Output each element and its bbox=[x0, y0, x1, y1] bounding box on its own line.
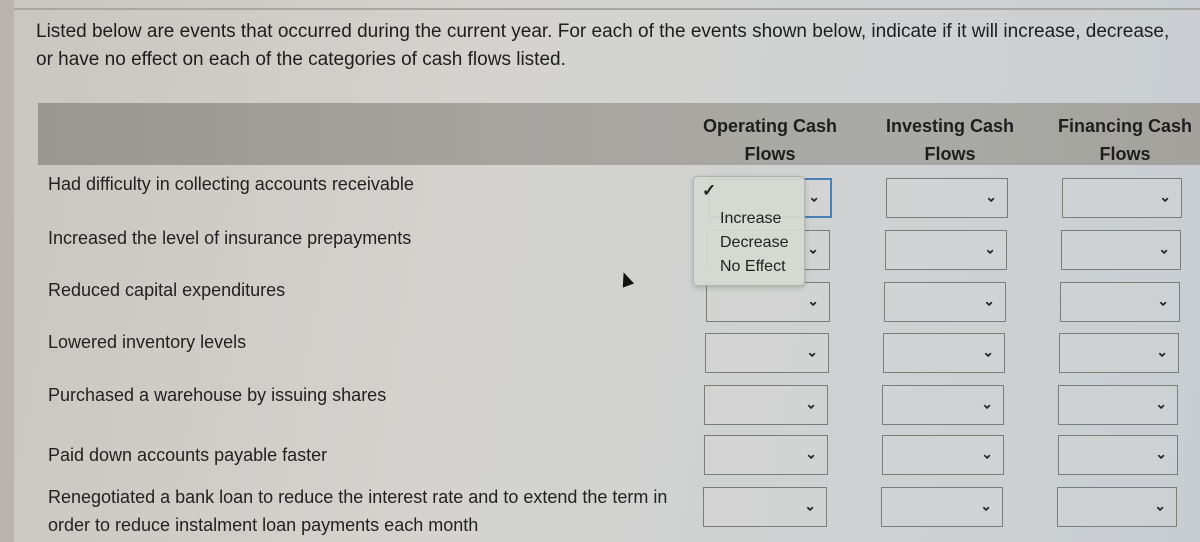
column-header-operating: Operating Cash Flows bbox=[702, 116, 838, 164]
chevron-down-icon[interactable]: ⌄ bbox=[807, 241, 819, 258]
investing-select[interactable]: ⌄ bbox=[886, 178, 1008, 218]
chevron-down-icon[interactable]: ⌄ bbox=[1156, 344, 1168, 361]
operating-select[interactable]: ⌄ bbox=[704, 435, 828, 475]
column-header-investing: Investing Cash Flows bbox=[885, 116, 1015, 164]
chevron-down-icon[interactable]: ⌄ bbox=[1155, 396, 1167, 413]
investing-select[interactable]: ⌄ bbox=[883, 333, 1005, 373]
investing-select[interactable]: ⌄ bbox=[882, 435, 1004, 475]
chevron-down-icon[interactable]: ⌄ bbox=[1158, 241, 1170, 258]
operating-select[interactable]: ⌄ bbox=[705, 333, 829, 373]
chevron-down-icon[interactable]: ⌄ bbox=[984, 241, 996, 258]
investing-select[interactable]: ⌄ bbox=[885, 230, 1007, 270]
dropdown-menu[interactable]: ✓ Increase Decrease No Effect bbox=[693, 176, 805, 286]
financing-select[interactable]: ⌄ bbox=[1060, 282, 1180, 322]
option-decrease[interactable]: Decrease bbox=[720, 231, 788, 255]
chevron-down-icon[interactable]: ⌄ bbox=[985, 189, 997, 206]
screen-edge bbox=[0, 0, 14, 542]
event-label: Had difficulty in collecting accounts re… bbox=[48, 174, 414, 194]
event-label: Reduced capital expenditures bbox=[48, 280, 286, 300]
event-label: Paid down accounts payable faster bbox=[48, 445, 328, 465]
chevron-down-icon[interactable]: ⌄ bbox=[806, 344, 818, 361]
event-label: Lowered inventory levels bbox=[48, 332, 247, 352]
investing-select[interactable]: ⌄ bbox=[882, 385, 1004, 425]
investing-select[interactable]: ⌄ bbox=[881, 487, 1003, 527]
chevron-down-icon[interactable]: ⌄ bbox=[981, 396, 993, 413]
chevron-down-icon[interactable]: ⌄ bbox=[983, 293, 995, 310]
chevron-down-icon[interactable]: ⌄ bbox=[805, 396, 817, 413]
event-label: Purchased a warehouse by issuing shares bbox=[48, 385, 387, 405]
financing-select[interactable]: ⌄ bbox=[1061, 230, 1181, 270]
divider bbox=[14, 8, 1200, 10]
financing-select[interactable]: ⌄ bbox=[1059, 333, 1179, 373]
chevron-down-icon[interactable]: ⌄ bbox=[1159, 189, 1171, 206]
chevron-down-icon[interactable]: ⌄ bbox=[808, 189, 820, 206]
operating-select[interactable]: ⌄ bbox=[706, 282, 830, 322]
option-no-effect[interactable]: No Effect bbox=[720, 255, 786, 279]
event-label: Increased the level of insurance prepaym… bbox=[48, 228, 412, 248]
financing-select[interactable]: ⌄ bbox=[1058, 435, 1178, 475]
operating-select[interactable]: ⌄ bbox=[703, 487, 827, 527]
chevron-down-icon[interactable]: ⌄ bbox=[805, 446, 817, 463]
chevron-down-icon[interactable]: ⌄ bbox=[807, 293, 819, 310]
chevron-down-icon[interactable]: ⌄ bbox=[1157, 293, 1169, 310]
financing-select[interactable]: ⌄ bbox=[1058, 385, 1178, 425]
financing-select[interactable]: ⌄ bbox=[1057, 487, 1177, 527]
investing-select[interactable]: ⌄ bbox=[884, 282, 1006, 322]
check-icon: ✓ bbox=[702, 181, 717, 200]
chevron-down-icon[interactable]: ⌄ bbox=[980, 498, 992, 515]
operating-select[interactable]: ⌄ bbox=[704, 385, 828, 425]
chevron-down-icon[interactable]: ⌄ bbox=[1154, 498, 1166, 515]
instructions-text: Listed below are events that occurred du… bbox=[36, 21, 1170, 70]
financing-select[interactable]: ⌄ bbox=[1062, 178, 1182, 218]
column-header-financing: Financing Cash Flows bbox=[1057, 116, 1192, 164]
chevron-down-icon[interactable]: ⌄ bbox=[804, 498, 816, 515]
option-increase[interactable]: Increase bbox=[720, 207, 781, 231]
chevron-down-icon[interactable]: ⌄ bbox=[1155, 446, 1167, 463]
chevron-down-icon[interactable]: ⌄ bbox=[982, 344, 994, 361]
event-label: Renegotiated a bank loan to reduce the i… bbox=[48, 487, 668, 535]
chevron-down-icon[interactable]: ⌄ bbox=[981, 446, 993, 463]
